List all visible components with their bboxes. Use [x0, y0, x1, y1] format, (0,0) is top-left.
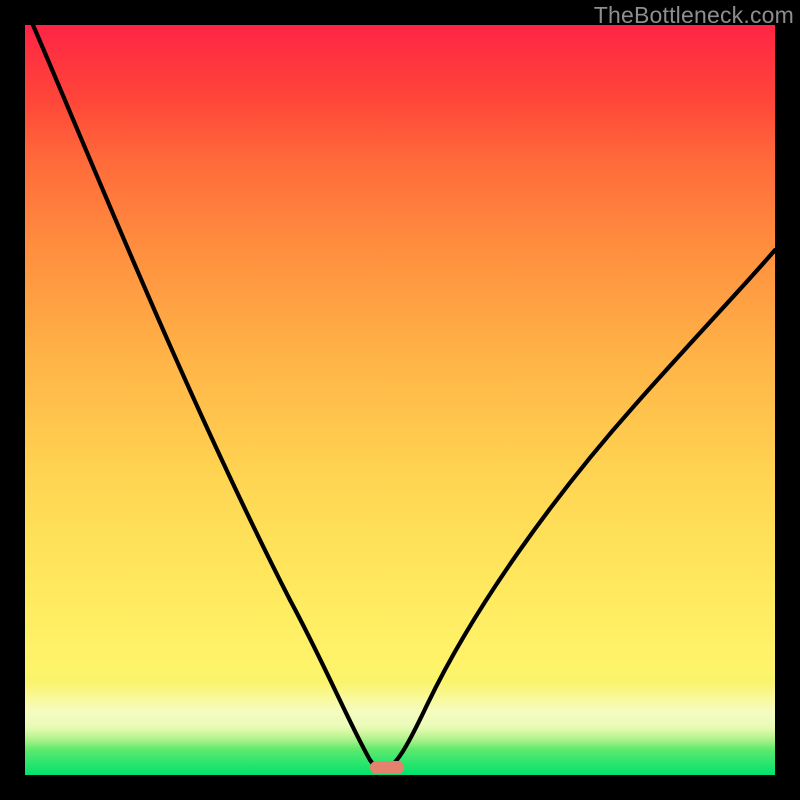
chart-frame: TheBottleneck.com — [0, 0, 800, 800]
plot-area — [25, 25, 775, 775]
optimum-marker — [370, 761, 404, 774]
bottleneck-curve — [25, 25, 775, 775]
watermark-text: TheBottleneck.com — [594, 2, 794, 29]
curve-path — [33, 25, 775, 770]
